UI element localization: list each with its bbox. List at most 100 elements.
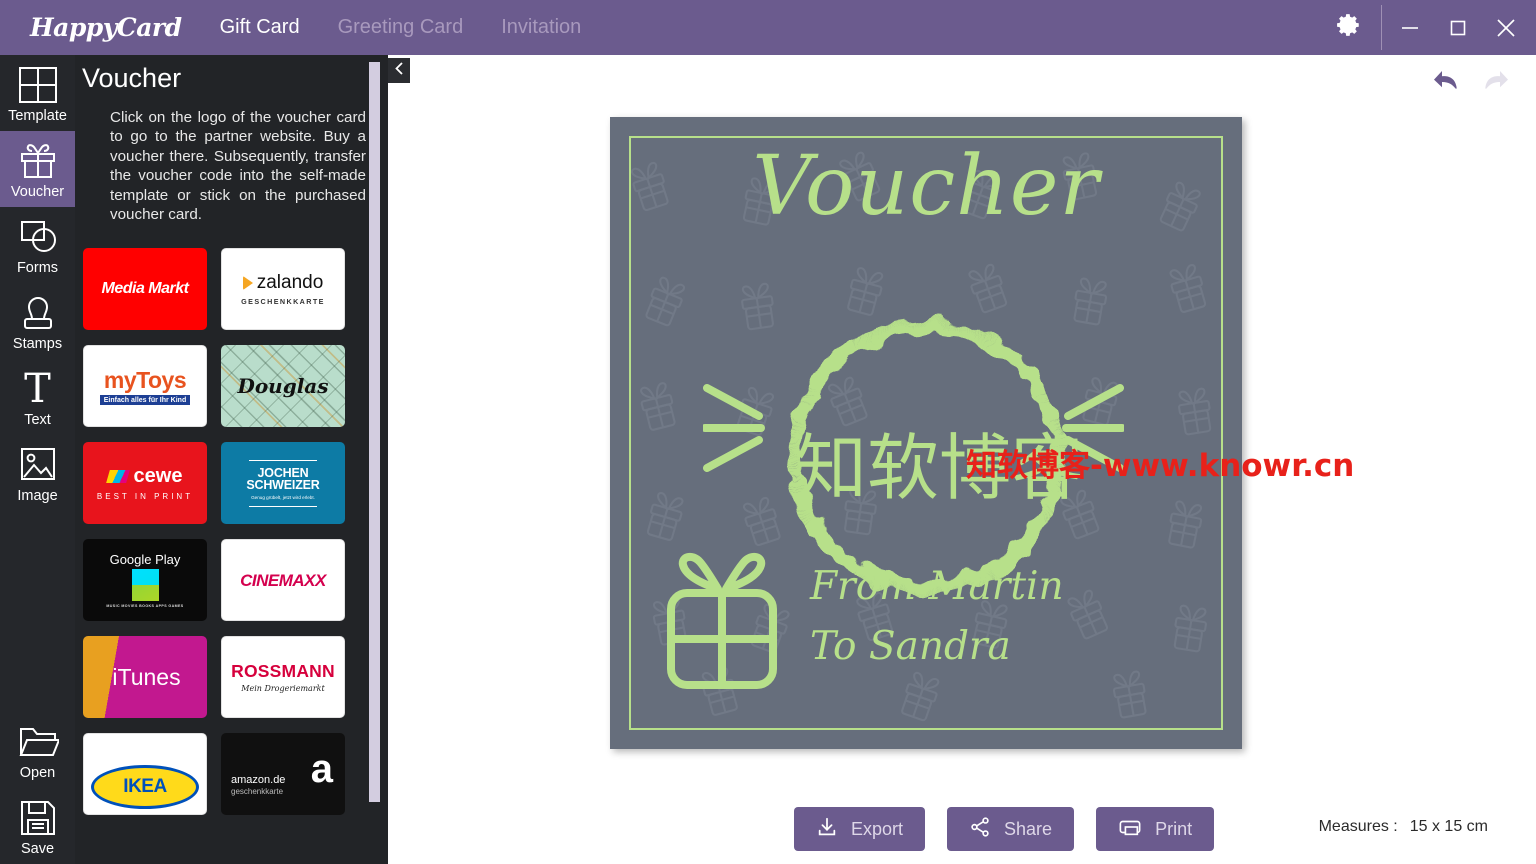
open-label: Open xyxy=(19,765,56,782)
voucher-tile-jochenschweizer[interactable]: JOCHEN SCHWEIZER Genug grübelt, jetzt wi… xyxy=(221,442,345,525)
minimize-icon xyxy=(1400,18,1420,38)
watermark-red: 知软博客-www.knowr.cn xyxy=(966,448,1355,484)
voucher-tile-cewe[interactable]: cewe BEST IN PRINT xyxy=(83,442,207,525)
tab-invitation[interactable]: Invitation xyxy=(501,16,581,39)
voucher-tile-zalando[interactable]: zalando GESCHENKKARTE xyxy=(221,248,345,331)
voucher-tile-subtitle: Einfach alles für Ihr Kind xyxy=(99,395,191,405)
voucher-tile-amazon[interactable]: amazon.de geschenkkarte a xyxy=(221,733,345,816)
gift-box-icon xyxy=(667,552,777,689)
export-label: Export xyxy=(851,818,904,839)
collapse-panel-button[interactable] xyxy=(388,58,410,83)
sidebar-item-forms[interactable]: Forms xyxy=(0,207,75,283)
tab-gift-card[interactable]: Gift Card xyxy=(220,16,300,39)
close-button[interactable] xyxy=(1482,0,1530,55)
stamp-icon xyxy=(17,290,59,336)
maximize-button[interactable] xyxy=(1434,0,1482,55)
download-icon xyxy=(816,816,838,843)
sidebar-label-image: Image xyxy=(17,487,58,504)
measures-readout: Measures : 15 x 15 cm xyxy=(1319,818,1488,836)
save-button[interactable]: Save xyxy=(0,788,75,864)
gift-icon xyxy=(17,138,59,184)
sidebar-label-voucher: Voucher xyxy=(10,183,65,200)
chevron-left-icon xyxy=(393,61,406,81)
share-label: Share xyxy=(1004,818,1053,839)
measures-label: Measures : xyxy=(1318,818,1398,835)
zalando-triangle-icon xyxy=(242,275,253,290)
title-bar: HappyCard Gift Card Greeting Card Invita… xyxy=(0,0,1536,55)
voucher-card-preview[interactable]: Voucher From Martin To Sandra 知软博客 xyxy=(610,117,1242,749)
sidebar-item-voucher[interactable]: Voucher xyxy=(0,130,75,207)
redo-arrow-icon xyxy=(1481,66,1511,99)
voucher-tile-label: CINEMAXX xyxy=(240,570,326,590)
app-window: HappyCard Gift Card Greeting Card Invita… xyxy=(0,0,1536,864)
export-button[interactable]: Export xyxy=(794,807,926,851)
sidebar-item-template[interactable]: Template xyxy=(0,55,75,131)
card-line-from: From Martin xyxy=(810,564,1064,609)
voucher-tile-ikea[interactable]: IKEA xyxy=(83,733,207,816)
voucher-tile-label: iTunes xyxy=(112,664,181,691)
cewe-mark-icon xyxy=(105,469,130,483)
printer-icon xyxy=(1118,816,1142,843)
card-line-to: To Sandra xyxy=(810,624,1011,669)
voucher-tile-label: IKEA xyxy=(123,776,167,798)
rays-left xyxy=(703,384,765,472)
open-button[interactable]: Open xyxy=(0,712,75,788)
panel-scrollbar-thumb[interactable] xyxy=(369,62,380,802)
voucher-tile-grid: Media Markt zalando GESCHENKKARTE myToys… xyxy=(83,248,361,816)
undo-button[interactable] xyxy=(1426,63,1466,101)
voucher-tile-subtitle: geschenkkarte xyxy=(231,786,284,796)
voucher-tile-subtitle: MUSIC MOVIES BOOKS APPS GAMES xyxy=(106,604,184,609)
panel-description: Click on the logo of the voucher card to… xyxy=(110,109,366,224)
voucher-tile-label: Google Play xyxy=(109,551,181,567)
rule-bottom xyxy=(249,505,317,508)
voucher-tile-cinemaxx[interactable]: CINEMAXX xyxy=(221,539,345,622)
voucher-tile-subtitle: BEST IN PRINT xyxy=(96,491,194,501)
text-t-icon: T xyxy=(24,365,51,412)
redo-button[interactable] xyxy=(1476,63,1516,101)
voucher-tile-rossmann[interactable]: ROSSMANN Mein Drogeriemarkt xyxy=(221,636,345,719)
titlebar-divider xyxy=(1381,5,1382,50)
panel-title: Voucher xyxy=(82,63,182,93)
card-message-block: From Martin To Sandra xyxy=(810,557,1064,677)
print-button[interactable]: Print xyxy=(1096,807,1215,851)
sidebar-item-image[interactable]: Image xyxy=(0,435,75,511)
voucher-tile-mediamarkt[interactable]: Media Markt xyxy=(83,248,207,331)
ikea-oval: IKEA xyxy=(91,765,199,810)
save-label: Save xyxy=(20,841,55,858)
share-nodes-icon xyxy=(969,816,991,843)
grid-icon xyxy=(17,62,59,108)
tab-greeting-card[interactable]: Greeting Card xyxy=(338,16,464,39)
voucher-tile-googleplay[interactable]: Google Play MUSIC MOVIES BOOKS APPS GAME… xyxy=(83,539,207,622)
sidebar-label-stamps: Stamps xyxy=(12,335,63,352)
shapes-icon xyxy=(17,214,59,260)
action-buttons: Export Share Print xyxy=(794,807,1215,851)
maximize-icon xyxy=(1448,18,1468,38)
rail-bottom-group: Open Save xyxy=(0,712,75,864)
voucher-tile-label: myToys xyxy=(103,366,187,393)
voucher-tile-label: Media Markt xyxy=(101,280,189,298)
voucher-tile-label: zalando xyxy=(256,271,324,293)
sidebar-label-forms: Forms xyxy=(16,259,59,276)
history-controls xyxy=(1426,63,1516,101)
measures-value: 15 x 15 cm xyxy=(1409,818,1488,835)
floppy-disk-icon xyxy=(18,795,58,841)
folder-icon xyxy=(17,719,59,765)
settings-button[interactable] xyxy=(1321,0,1377,55)
sidebar-item-text[interactable]: T Text xyxy=(0,359,75,435)
voucher-tile-mytoys[interactable]: myToys Einfach alles für Ihr Kind xyxy=(83,345,207,428)
canvas-stage: Voucher From Martin To Sandra 知软博客 知软博客-… xyxy=(388,55,1536,864)
voucher-tile-subtitle: Genug grübelt, jetzt wird erlebt. xyxy=(251,494,315,500)
play-triangle-icon xyxy=(131,569,159,602)
voucher-tile-douglas[interactable]: Douglas xyxy=(221,345,345,428)
amazon-arrow-icon: a xyxy=(310,747,333,792)
voucher-panel: Voucher Click on the logo of the voucher… xyxy=(75,55,388,864)
window-controls xyxy=(1321,0,1536,55)
voucher-tile-subtitle: Mein Drogeriemarkt xyxy=(241,683,325,693)
tool-rail: Template Voucher Forms Stamps T Text Ima… xyxy=(0,55,75,864)
minimize-button[interactable] xyxy=(1386,0,1434,55)
voucher-tile-label: JOCHEN SCHWEIZER xyxy=(246,465,320,492)
voucher-tile-itunes[interactable]: iTunes xyxy=(83,636,207,719)
share-button[interactable]: Share xyxy=(947,807,1075,851)
sidebar-item-stamps[interactable]: Stamps xyxy=(0,283,75,359)
voucher-tile-label: cewe xyxy=(133,464,183,487)
